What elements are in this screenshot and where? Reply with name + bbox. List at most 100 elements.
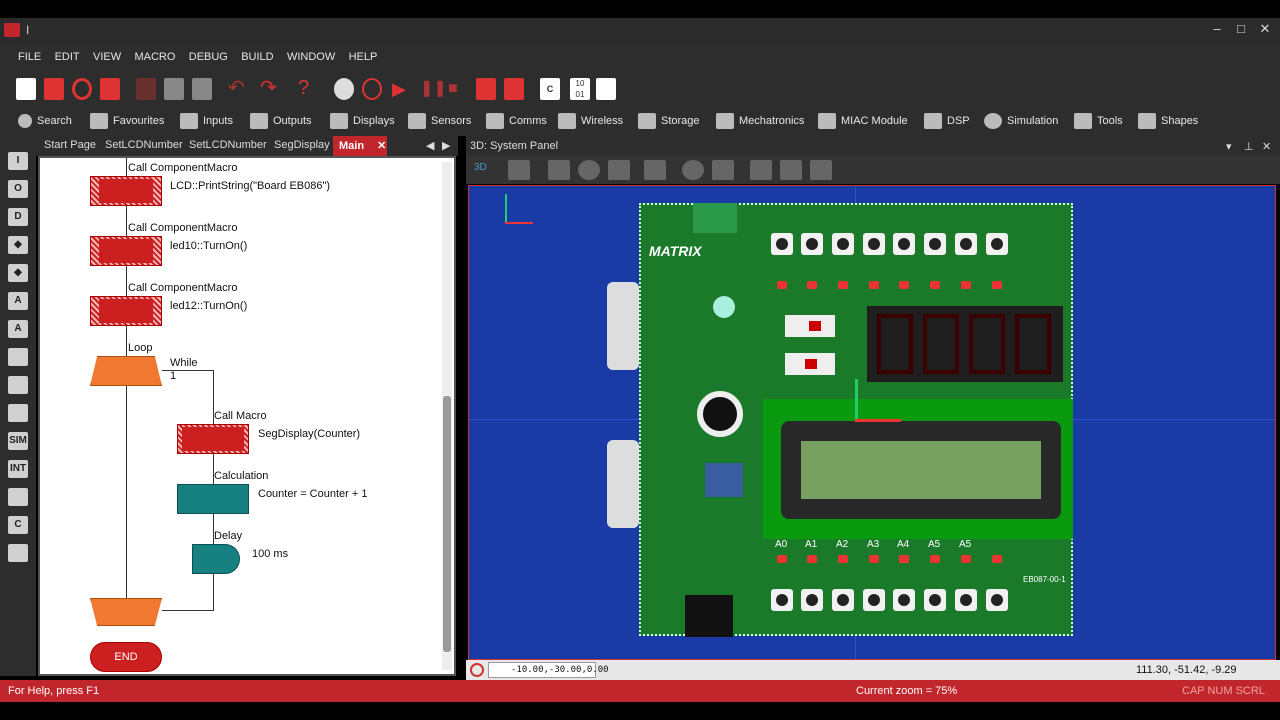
switch-tool-icon[interactable]: ◆ [8, 264, 28, 282]
snap-icon[interactable] [780, 160, 802, 180]
push-button[interactable] [955, 589, 977, 611]
push-button[interactable] [893, 589, 915, 611]
comment-tool-icon[interactable] [8, 544, 28, 562]
close-tab-icon[interactable]: ✕ [377, 140, 386, 152]
calculation-block[interactable] [177, 484, 249, 514]
input-tool-icon[interactable]: I [8, 152, 28, 170]
new-file-icon[interactable] [16, 78, 36, 100]
tab-start-page[interactable]: Start Page [44, 139, 96, 151]
push-button[interactable] [863, 233, 885, 255]
cube-icon[interactable] [712, 160, 734, 180]
component-macro-tool-icon[interactable] [8, 404, 28, 422]
point-tool-icon[interactable]: A [8, 320, 28, 338]
displays-button[interactable]: Displays [330, 112, 395, 130]
hex-icon[interactable]: 10 01 [570, 78, 590, 100]
flowchart-canvas[interactable]: Call ComponentMacro LCD::PrintString("Bo… [38, 156, 456, 676]
tab-scroll-left-icon[interactable]: ◀ [426, 139, 434, 152]
menu-window[interactable]: WINDOW [287, 51, 335, 63]
menu-view[interactable]: VIEW [93, 51, 121, 63]
tab-segdisplay[interactable]: SegDisplay [274, 139, 330, 151]
push-button[interactable] [801, 589, 823, 611]
redo-icon[interactable]: ↷ [260, 78, 280, 100]
eb086-board[interactable]: MATRIX A0 A1 A2 A3 A4 A5 A5 EB087-00-1 [639, 203, 1073, 637]
step-over-icon[interactable] [504, 78, 524, 100]
component-macro-block[interactable] [90, 236, 162, 266]
menu-help[interactable]: HELP [349, 51, 378, 63]
calculation-tool-icon[interactable] [8, 488, 28, 506]
close-panel-icon[interactable]: ✕ [1262, 140, 1271, 153]
vertical-scrollbar[interactable] [442, 162, 452, 670]
pin-icon[interactable]: ⊥ [1244, 140, 1254, 153]
panel-menu-icon[interactable]: ▾ [1226, 140, 1232, 153]
paste-icon[interactable] [192, 78, 212, 100]
tab-scroll-right-icon[interactable]: ▶ [442, 139, 450, 152]
pause-icon[interactable]: ❚❚ [420, 78, 447, 100]
delay-block[interactable] [192, 544, 240, 574]
maximize-button[interactable]: □ [1230, 21, 1252, 41]
cut-icon[interactable] [136, 78, 156, 100]
interrupt-tool-icon[interactable]: INT [8, 460, 28, 478]
component-macro-block[interactable] [90, 296, 162, 326]
pan-icon[interactable] [548, 160, 570, 180]
push-button[interactable] [924, 233, 946, 255]
simulation-tool-icon[interactable]: SIM [8, 432, 28, 450]
miac-module-button[interactable]: MIAC Module [818, 112, 908, 130]
menu-file[interactable]: FILE [18, 51, 41, 63]
potentiometer-knob[interactable] [697, 391, 743, 437]
c-code-icon[interactable]: C [540, 78, 560, 100]
rotate-icon[interactable] [578, 160, 600, 180]
tab-setlcdnumber-2[interactable]: SetLCDNumber [189, 139, 267, 151]
push-button[interactable] [771, 233, 793, 255]
macro-tool-icon[interactable] [8, 376, 28, 394]
mechatronics-button[interactable]: Mechatronics [716, 112, 804, 130]
scrollbar-thumb[interactable] [443, 396, 451, 652]
push-button[interactable] [986, 233, 1008, 255]
connection-tool-icon[interactable]: A [8, 292, 28, 310]
sphere-icon[interactable] [682, 160, 704, 180]
menu-macro[interactable]: MACRO [134, 51, 175, 63]
push-button[interactable] [893, 233, 915, 255]
shapes-button[interactable]: Shapes [1138, 112, 1198, 130]
component-macro-block[interactable] [90, 176, 162, 206]
stop-icon[interactable]: ■ [448, 78, 468, 100]
coordinate-input[interactable]: -10.00,-30.00,0.00 [488, 662, 609, 678]
decision-tool-icon[interactable]: ◆ [8, 236, 28, 254]
save-icon[interactable] [100, 78, 120, 100]
origin-icon[interactable] [470, 663, 484, 677]
comms-button[interactable]: Comms [486, 112, 547, 130]
step-icon[interactable] [362, 78, 382, 100]
undo-icon[interactable]: ↶ [228, 78, 248, 100]
help-icon[interactable]: ? [298, 78, 318, 100]
call-macro-block[interactable] [177, 424, 249, 454]
menu-build[interactable]: BUILD [241, 51, 273, 63]
compile-icon[interactable] [596, 78, 616, 100]
copy-icon[interactable] [164, 78, 184, 100]
storage-button[interactable]: Storage [638, 112, 700, 130]
push-button[interactable] [832, 589, 854, 611]
simulation-button[interactable]: Simulation [984, 112, 1058, 130]
tools-button[interactable]: Tools [1074, 112, 1123, 130]
delay-tool-icon[interactable]: D [8, 208, 28, 226]
loop-start-block[interactable] [90, 356, 162, 386]
3d-icon[interactable]: 3D [474, 162, 487, 173]
view-options-icon[interactable] [810, 160, 832, 180]
push-button[interactable] [863, 589, 885, 611]
loop-tool-icon[interactable] [8, 348, 28, 366]
push-button[interactable] [832, 233, 854, 255]
push-button[interactable] [924, 589, 946, 611]
tab-main[interactable]: Main ✕ [333, 136, 387, 156]
code-tool-icon[interactable]: C [8, 516, 28, 534]
loop-end-block[interactable] [90, 598, 162, 626]
search-button[interactable]: Search [18, 112, 72, 130]
slide-switch[interactable] [785, 353, 835, 375]
camera-icon[interactable] [644, 160, 666, 180]
debug-icon[interactable] [334, 78, 354, 100]
wrench-icon[interactable] [750, 160, 772, 180]
zoom-icon[interactable] [608, 160, 630, 180]
sensors-button[interactable]: Sensors [408, 112, 471, 130]
minimize-button[interactable]: – [1206, 21, 1228, 41]
inputs-button[interactable]: Inputs [180, 112, 233, 130]
push-button[interactable] [955, 233, 977, 255]
step-into-icon[interactable] [476, 78, 496, 100]
menu-edit[interactable]: EDIT [55, 51, 80, 63]
